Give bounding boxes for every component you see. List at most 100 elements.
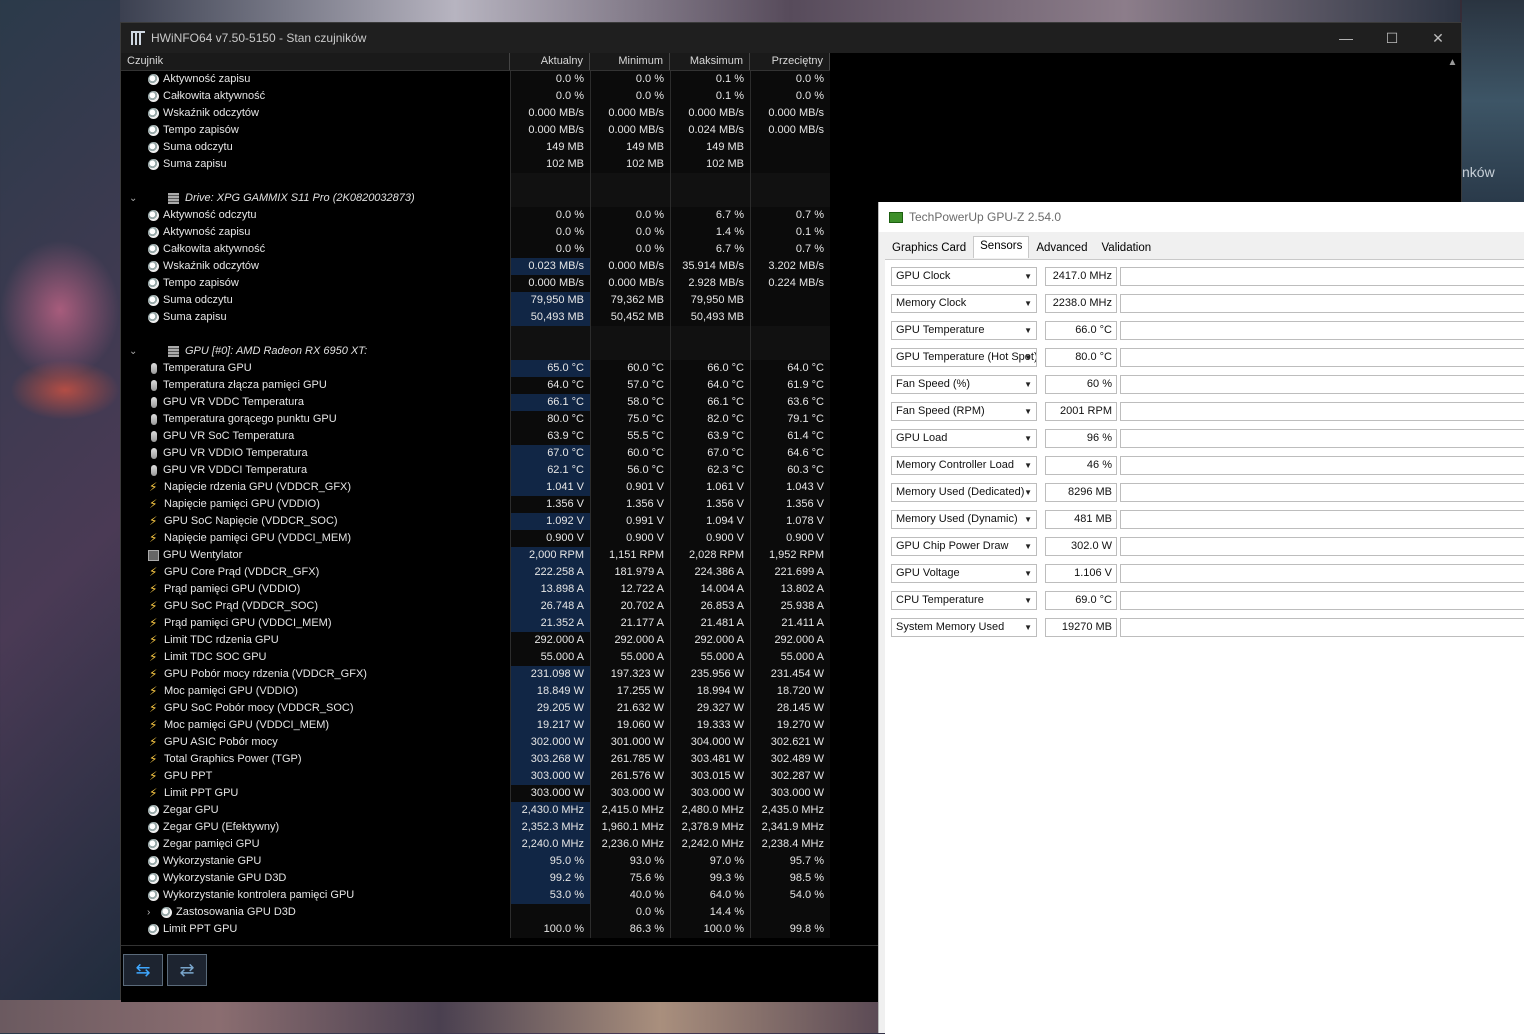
sensor-graph[interactable] xyxy=(1120,321,1524,340)
sensor-row[interactable]: ⚡ Limit TDC SOC GPU 55.000 A 55.000 A 55.000… xyxy=(121,649,830,666)
tab-advanced[interactable]: Advanced xyxy=(1029,238,1094,258)
sensor-row[interactable]: GPU VR VDDCI Temperatura 62.1 °C 56.0 °C 62… xyxy=(121,462,830,479)
column-header-average[interactable]: Przeciętny xyxy=(750,53,830,70)
sensor-row[interactable]: Suma zapisu 50,493 MB 50,452 MB 50,493 MB xyxy=(121,309,830,326)
sensor-graph[interactable] xyxy=(1120,483,1524,502)
sensor-select[interactable]: GPU Load ▼ xyxy=(891,429,1037,448)
sensor-row[interactable]: ⚡ Napięcie pamięci GPU (VDDIO) 1.356 V 1.35… xyxy=(121,496,830,513)
sensor-graph[interactable] xyxy=(1120,456,1524,475)
sensor-select[interactable]: GPU Temperature (Hot Spot) ▼ xyxy=(891,348,1037,367)
sensor-row[interactable]: Wykorzystanie kontrolera pamięci GPU 53.0… xyxy=(121,887,830,904)
sensor-row[interactable]: ⚡ GPU SoC Pobór mocy (VDDCR_SOC) 29.205 W2… xyxy=(121,700,830,717)
sensor-row[interactable]: GPU VR VDDC Temperatura 66.1 °C 58.0 °C 66.… xyxy=(121,394,830,411)
sensor-select[interactable]: Memory Clock ▼ xyxy=(891,294,1037,313)
sensor-row[interactable]: Aktywność zapisu 0.0 % 0.0 % 1.4 % 0.1 % xyxy=(121,224,830,241)
sensor-row[interactable]: Tempo zapisów 0.000 MB/s 0.000 MB/s 2.928 M… xyxy=(121,275,830,292)
chevron-right-icon[interactable]: › xyxy=(147,904,157,921)
sensor-graph[interactable] xyxy=(1120,429,1524,448)
lightning-icon: ⚡ xyxy=(149,582,158,596)
column-header-current[interactable]: Aktualny xyxy=(510,53,590,70)
sensor-row[interactable]: Temperatura GPU 65.0 °C 60.0 °C 66.0 °C 64.0… xyxy=(121,360,830,377)
sensor-graph[interactable] xyxy=(1120,537,1524,556)
sensor-row[interactable]: ⚡ Prąd pamięci GPU (VDDCI_MEM) 21.352 A 21.… xyxy=(121,615,830,632)
scroll-up-icon[interactable]: ▲ xyxy=(1444,57,1461,68)
sensor-select[interactable]: GPU Clock ▼ xyxy=(891,267,1037,286)
sensor-graph[interactable] xyxy=(1120,402,1524,421)
sensor-select[interactable]: Memory Used (Dynamic) ▼ xyxy=(891,510,1037,529)
collapse-button[interactable]: ⇄ xyxy=(167,954,207,986)
sensor-row[interactable]: ⚡ Limit PPT GPU 303.000 W 303.000 W 303.000 … xyxy=(121,785,830,802)
sensor-row[interactable]: Wskaźnik odczytów 0.000 MB/s 0.000 MB/s 0.0… xyxy=(121,105,830,122)
sensor-row[interactable]: Wskaźnik odczytów 0.023 MB/s 0.000 MB/s 35.… xyxy=(121,258,830,275)
switch-view-button[interactable]: ⇆ xyxy=(123,954,163,986)
sensor-graph[interactable] xyxy=(1120,564,1524,583)
sensor-row[interactable]: Zegar GPU (Efektywny) 2,352.3 MHz 1,960.1 … xyxy=(121,819,830,836)
sensor-row[interactable]: ⚡ Limit TDC rdzenia GPU 292.000 A 292.000 A… xyxy=(121,632,830,649)
sensor-graph[interactable] xyxy=(1120,591,1524,610)
gpuz-titlebar[interactable]: TechPowerUp GPU-Z 2.54.0 xyxy=(879,202,1524,232)
sensor-row[interactable]: Całkowita aktywność 0.0 % 0.0 % 0.1 % 0.0 % xyxy=(121,88,830,105)
sensor-row[interactable]: › Zastosowania GPU D3D 0.0 % 14.4 % xyxy=(121,904,830,921)
sensor-graph[interactable] xyxy=(1120,294,1524,313)
sensor-row[interactable]: Zegar pamięci GPU 2,240.0 MHz 2,236.0 MHz 2… xyxy=(121,836,830,853)
sensor-graph[interactable] xyxy=(1120,348,1524,367)
sensor-select[interactable]: System Memory Used ▼ xyxy=(891,618,1037,637)
sensor-select[interactable]: Memory Controller Load ▼ xyxy=(891,456,1037,475)
column-header-sensor[interactable]: Czujnik xyxy=(121,53,510,70)
value-maximum: 63.9 °C xyxy=(670,428,750,445)
sensor-row[interactable]: ⚡ Moc pamięci GPU (VDDIO) 18.849 W 17.255 W… xyxy=(121,683,830,700)
sensor-row[interactable]: ⚡ GPU Pobór mocy rdzenia (VDDCR_GFX) 231.0… xyxy=(121,666,830,683)
sensor-graph[interactable] xyxy=(1120,510,1524,529)
sensor-row[interactable]: GPU VR SoC Temperatura 63.9 °C 55.5 °C 63.9… xyxy=(121,428,830,445)
sensor-row[interactable]: ⚡ Napięcie pamięci GPU (VDDCI_MEM) 0.900 V… xyxy=(121,530,830,547)
sensor-select[interactable]: GPU Chip Power Draw ▼ xyxy=(891,537,1037,556)
chevron-down-icon[interactable]: ⌄ xyxy=(129,343,141,360)
maximize-button[interactable]: ☐ xyxy=(1369,23,1415,53)
sensor-row[interactable]: ⚡ GPU SoC Prąd (VDDCR_SOC) 26.748 A 20.702 … xyxy=(121,598,830,615)
sensor-graph[interactable] xyxy=(1120,375,1524,394)
column-header-maximum[interactable]: Maksimum xyxy=(670,53,750,70)
sensor-row[interactable]: ⚡ GPU PPT 303.000 W 261.576 W 303.015 W 302.2… xyxy=(121,768,830,785)
sensor-row[interactable]: Aktywność odczytu 0.0 % 0.0 % 6.7 % 0.7 % xyxy=(121,207,830,224)
sensor-row[interactable]: Wykorzystanie GPU D3D 99.2 % 75.6 % 99.3 % 9… xyxy=(121,870,830,887)
tab-sensors[interactable]: Sensors xyxy=(973,236,1030,258)
sensor-row[interactable]: ⚡ Prąd pamięci GPU (VDDIO) 13.898 A 12.722 … xyxy=(121,581,830,598)
sensor-row[interactable]: Aktywność zapisu 0.0 % 0.0 % 0.1 % 0.0 % xyxy=(121,71,830,88)
sensor-row[interactable]: Wykorzystanie GPU 95.0 % 93.0 % 97.0 % 95.7 … xyxy=(121,853,830,870)
sensor-value: 302.0 W xyxy=(1045,537,1117,556)
sensor-row[interactable]: Suma odczytu 79,950 MB 79,362 MB 79,950 MB xyxy=(121,292,830,309)
sensor-row[interactable]: Temperatura gorącego punktu GPU 80.0 °C 75… xyxy=(121,411,830,428)
sensor-select[interactable]: Fan Speed (RPM) ▼ xyxy=(891,402,1037,421)
chevron-down-icon[interactable]: ⌄ xyxy=(129,190,141,207)
sensor-select[interactable]: CPU Temperature ▼ xyxy=(891,591,1037,610)
sensor-graph[interactable] xyxy=(1120,267,1524,286)
sensor-group-row[interactable]: ⌄ GPU [#0]: AMD Radeon RX 6950 XT: xyxy=(121,343,830,360)
sensor-row[interactable]: Całkowita aktywność 0.0 % 0.0 % 6.7 % 0.7 % xyxy=(121,241,830,258)
sensor-group-row[interactable]: ⌄ Drive: XPG GAMMIX S11 Pro (2K0820032873… xyxy=(121,190,830,207)
sensor-select[interactable]: Memory Used (Dedicated) ▼ xyxy=(891,483,1037,502)
hwinfo-titlebar[interactable]: HWiNFO64 v7.50-5150 - Stan czujników — ☐… xyxy=(121,23,1461,53)
sensor-row[interactable]: GPU VR VDDIO Temperatura 67.0 °C 60.0 °C 67… xyxy=(121,445,830,462)
sensor-row[interactable]: Suma zapisu 102 MB 102 MB 102 MB xyxy=(121,156,830,173)
sensor-row[interactable]: ⚡ Moc pamięci GPU (VDDCI_MEM) 19.217 W 19.0… xyxy=(121,717,830,734)
sensor-row[interactable]: Tempo zapisów 0.000 MB/s 0.000 MB/s 0.024 M… xyxy=(121,122,830,139)
minimize-button[interactable]: — xyxy=(1323,23,1369,53)
tab-graphics-card[interactable]: Graphics Card xyxy=(885,238,973,258)
tab-validation[interactable]: Validation xyxy=(1094,238,1158,258)
sensor-row[interactable]: ⚡ Napięcie rdzenia GPU (VDDCR_GFX) 1.041 V… xyxy=(121,479,830,496)
close-button[interactable]: ✕ xyxy=(1415,23,1461,53)
sensor-row[interactable]: Suma odczytu 149 MB 149 MB 149 MB xyxy=(121,139,830,156)
sensor-row[interactable]: Temperatura złącza pamięci GPU 64.0 °C 57.… xyxy=(121,377,830,394)
sensor-graph[interactable] xyxy=(1120,618,1524,637)
sensor-row[interactable]: Zegar GPU 2,430.0 MHz 2,415.0 MHz 2,480.0 M… xyxy=(121,802,830,819)
sensor-row[interactable]: GPU Wentylator 2,000 RPM 1,151 RPM 2,028 RP… xyxy=(121,547,830,564)
sensor-row[interactable]: ⚡ GPU SoC Napięcie (VDDCR_SOC) 1.092 V 0.99… xyxy=(121,513,830,530)
sensor-row[interactable]: ⚡ GPU Core Prąd (VDDCR_GFX) 222.258 A 181.9… xyxy=(121,564,830,581)
sensor-select[interactable]: GPU Voltage ▼ xyxy=(891,564,1037,583)
sensor-select[interactable]: GPU Temperature ▼ xyxy=(891,321,1037,340)
sensor-row[interactable]: ⚡ GPU ASIC Pobór mocy 302.000 W 301.000 W 30… xyxy=(121,734,830,751)
sensor-row[interactable]: ⚡ Total Graphics Power (TGP) 303.268 W 261.… xyxy=(121,751,830,768)
column-header-minimum[interactable]: Minimum xyxy=(590,53,670,70)
sensor-row[interactable]: Limit PPT GPU 100.0 % 86.3 % 100.0 % 99.8 % xyxy=(121,921,830,938)
sensor-select[interactable]: Fan Speed (%) ▼ xyxy=(891,375,1037,394)
